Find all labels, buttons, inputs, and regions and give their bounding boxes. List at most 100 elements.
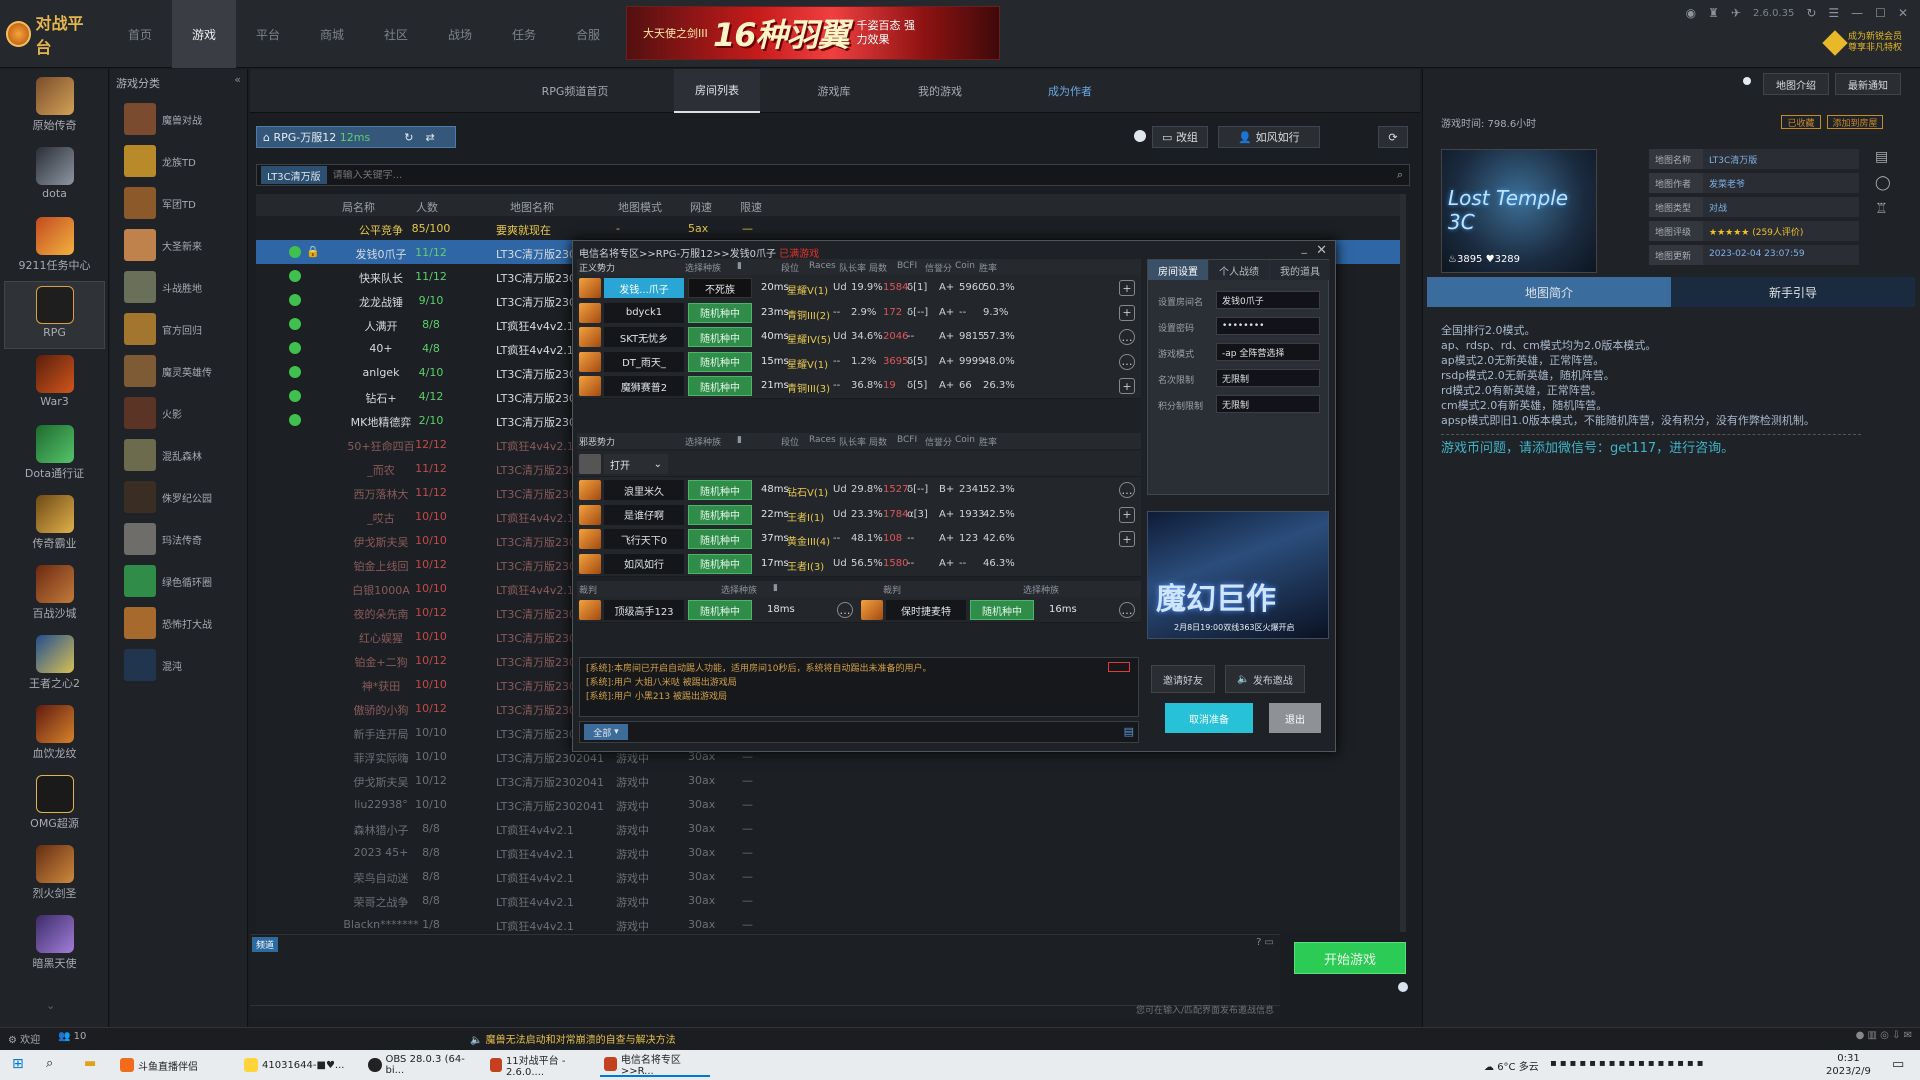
slot-dropdown[interactable]: 打开 ⌄ xyxy=(604,454,668,474)
status-user[interactable]: ⚙ 欢迎 xyxy=(8,1031,40,1046)
player-row[interactable]: 魔狮赛普2 随机种中 21ms 青铜III(3) -- 36.8% 19 δ[5] A+ 66 26… xyxy=(577,373,1141,399)
taskbar-app[interactable]: OBS 28.0.3 (64-bi... xyxy=(364,1053,484,1077)
taskbar-app[interactable]: 41031644-■♥... xyxy=(240,1053,360,1077)
flag-icon[interactable] xyxy=(1108,662,1130,672)
room-row[interactable]: 荣鸟自动迷 8/8 LT疯狂4v4v2.1 游戏中 30ax — xyxy=(256,864,1406,888)
player-row[interactable]: 如风如行 随机种中 17ms 王者I(3) Ud 56.5% 1580 -- A+ -- 46.3% xyxy=(577,550,1141,577)
referee-row[interactable]: 保时捷麦特 随机种中 16ms … xyxy=(859,597,1141,623)
chat-icon[interactable]: … xyxy=(1119,353,1135,370)
category-item[interactable]: 大圣新来 xyxy=(124,225,248,265)
leave-button[interactable]: 退出 xyxy=(1269,703,1321,733)
system-tray[interactable]: ▪▪▪▪▪▪▪▪▪▪▪▪▪▪▪▪ xyxy=(1550,1058,1706,1069)
invite-button[interactable]: 👤 如风如行 xyxy=(1218,126,1320,148)
field-value[interactable]: 发钱0爪子 xyxy=(1216,291,1320,309)
close-icon[interactable]: ✕ xyxy=(1898,6,1908,20)
document-icon[interactable]: ▤ xyxy=(1875,149,1888,165)
vip-promo[interactable]: 成为新锐会员 尊享非凡特权 xyxy=(1822,30,1912,56)
maximize-icon[interactable]: ☐ xyxy=(1875,6,1886,20)
field-value[interactable]: -ap 全阵营选择 xyxy=(1216,343,1320,361)
globe-icon[interactable]: ◉ xyxy=(1686,6,1696,20)
category-item[interactable]: 侏罗纪公园 xyxy=(124,477,248,517)
tab-rpg-home[interactable]: RPG频道首页 xyxy=(540,69,610,113)
weather[interactable]: ☁ 6°C 多云 xyxy=(1484,1058,1539,1073)
close-icon[interactable]: ✕ xyxy=(1316,243,1327,258)
category-item[interactable]: 火影 xyxy=(124,393,248,433)
favorited-badge[interactable]: 已收藏 xyxy=(1781,115,1821,129)
emoji-icon[interactable]: ▤ xyxy=(1124,725,1134,738)
edit-group-button[interactable]: ▭ 改组 xyxy=(1152,126,1208,148)
ad-banner[interactable]: 大天使之剑III 16种羽翼 千姿百态 强力效果 xyxy=(626,6,1000,60)
category-item[interactable]: 龙族TD xyxy=(124,141,248,181)
race-select[interactable]: 随机种中 xyxy=(688,529,752,549)
tab-map-intro[interactable]: 地图简介 xyxy=(1427,277,1671,307)
notification-icon[interactable]: ▭ xyxy=(1892,1057,1904,1072)
player-row[interactable]: 发钱...爪子 不死族 20ms 星耀V(1) Ud 19.9% 1584 δ[1] A+ 596… xyxy=(577,275,1141,301)
race-select[interactable]: 随机种中 xyxy=(688,327,752,347)
refresh-icon[interactable]: ↻ xyxy=(1806,6,1816,20)
sidebar-game-10[interactable]: OMG超源 xyxy=(4,771,105,839)
sidebar-game-12[interactable]: 暗黑天使 xyxy=(4,911,105,979)
search-icon[interactable]: ⌕ xyxy=(46,1056,53,1071)
room-row[interactable]: 森林猎小子 8/8 LT疯狂4v4v2.1 游戏中 30ax — xyxy=(256,816,1406,840)
category-item[interactable]: 恐怖打大战 xyxy=(124,603,248,643)
category-item[interactable]: 斗战胜地 xyxy=(124,267,248,307)
chevron-down-icon[interactable]: ⌄ xyxy=(46,999,55,1012)
field-value[interactable]: 无限制 xyxy=(1216,395,1320,413)
tab-room-list[interactable]: 房间列表 xyxy=(674,69,760,113)
bird-icon[interactable]: ✈ xyxy=(1731,6,1741,20)
sidebar-game-8[interactable]: 王者之心2 xyxy=(4,631,105,699)
category-item[interactable]: 魔灵英雄传 xyxy=(124,351,248,391)
minimize-icon[interactable]: — xyxy=(1851,6,1863,20)
search-tag[interactable]: LT3C清万版 xyxy=(261,166,327,184)
shirt-icon[interactable]: ♜ xyxy=(1708,6,1719,20)
cancel-ready-button[interactable]: 取消准备 xyxy=(1165,703,1253,733)
folder-icon[interactable]: ▬ xyxy=(84,1056,96,1071)
taskbar-app[interactable]: 11对战平台 - 2.6.0.... xyxy=(486,1053,596,1078)
field-value[interactable]: •••••••• xyxy=(1216,317,1320,335)
category-item[interactable]: 混沌 xyxy=(124,645,248,685)
help-icon[interactable]: ? ▭ xyxy=(1256,937,1274,948)
app-logo[interactable]: 对战平台 xyxy=(6,14,98,57)
add-icon[interactable]: + xyxy=(1119,506,1135,523)
promo-banner[interactable]: 魔幻巨作 2月8日19:00双线363区火爆开启 xyxy=(1147,511,1329,639)
tab-room-settings[interactable]: 房间设置 xyxy=(1148,260,1208,280)
nav-games[interactable]: 游戏 xyxy=(172,0,236,68)
nav-platform[interactable]: 平台 xyxy=(236,0,300,68)
referee-row[interactable]: 顶级高手123 随机种中 18ms … xyxy=(577,597,859,623)
add-icon[interactable]: + xyxy=(1119,280,1135,296)
scrollbar[interactable] xyxy=(1400,194,1406,932)
sidebar-game-5[interactable]: Dota通行证 xyxy=(4,421,105,489)
room-row[interactable]: 公平竞争 85/100 要爽就现在 -5ax — xyxy=(256,216,1406,240)
refresh-icon[interactable]: ↻ xyxy=(404,131,413,144)
chat-icon[interactable]: … xyxy=(1119,329,1135,345)
start-game-button[interactable]: 开始游戏 xyxy=(1294,942,1406,974)
mode-select[interactable]: 游戏模式 -ap 全阵营选择 xyxy=(1152,342,1326,362)
category-item[interactable]: 绿色循环圈 xyxy=(124,561,248,601)
nav-battlefield[interactable]: 战场 xyxy=(428,0,492,68)
rank-limit-select[interactable]: 名次限制 无限制 xyxy=(1152,368,1326,388)
add-icon[interactable]: + xyxy=(1119,378,1135,394)
room-name-field[interactable]: 设置房间名 发钱0爪子 xyxy=(1152,290,1326,310)
sidebar-game-2[interactable]: 9211任务中心 xyxy=(4,213,105,281)
tab-become-author[interactable]: 成为作者 xyxy=(1030,69,1110,113)
latest-news-button[interactable]: 最新通知 xyxy=(1835,73,1901,95)
collapse-icon[interactable]: « xyxy=(234,73,241,86)
race-select[interactable]: 随机种中 xyxy=(688,376,752,396)
chat-channel-button[interactable]: 全部 ▾ xyxy=(584,724,628,740)
map-thumbnail[interactable]: Lost Temple 3C ♨3895 ♥3289 xyxy=(1441,149,1597,273)
taskbar-app[interactable]: 电信名将专区>>R... xyxy=(600,1053,710,1077)
nav-merge[interactable]: 合服 xyxy=(556,0,620,68)
chat-icon[interactable]: … xyxy=(837,602,853,618)
taskbar-app[interactable]: 斗鱼直播伴侣 xyxy=(116,1053,236,1077)
nav-tasks[interactable]: 任务 xyxy=(492,0,556,68)
trophy-icon[interactable]: ♖ xyxy=(1875,201,1888,217)
room-channel[interactable]: ⌂ RPG-万服12 12ms ↻ ⇄ xyxy=(256,126,456,148)
room-row[interactable]: 2023 45+ 8/8 LT疯狂4v4v2.1 游戏中 30ax — xyxy=(256,840,1406,864)
chat-input[interactable]: 全部 ▾ ▤ xyxy=(579,721,1139,743)
field-value[interactable]: 无限制 xyxy=(1216,369,1320,387)
tab-my-items[interactable]: 我的道具 xyxy=(1270,260,1330,280)
broadcast-button[interactable]: 🔈 发布邀战 xyxy=(1225,665,1305,693)
chat-icon[interactable]: … xyxy=(1119,602,1135,618)
nav-home[interactable]: 首页 xyxy=(108,0,172,68)
race-select[interactable]: 随机种中 xyxy=(688,553,752,574)
